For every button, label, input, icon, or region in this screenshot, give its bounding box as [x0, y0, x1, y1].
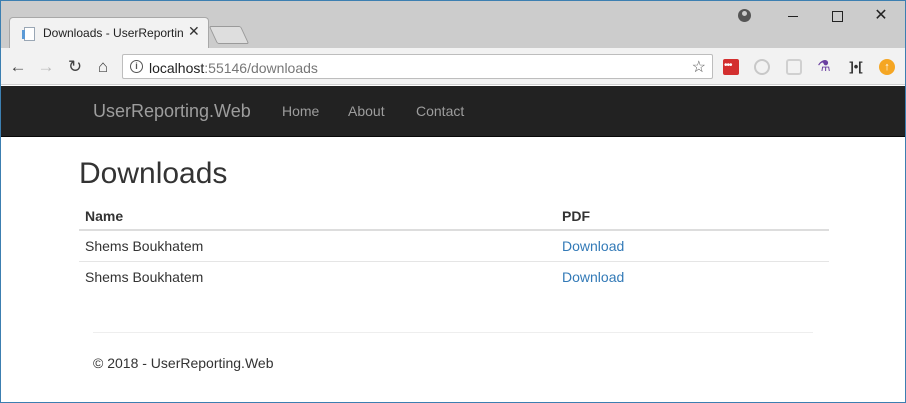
nav-contact-link[interactable]: Contact	[416, 103, 464, 119]
star-icon[interactable]: ☆	[692, 57, 706, 77]
column-header-name: Name	[79, 203, 556, 231]
flask-extension-icon[interactable]: ⚗	[816, 59, 832, 75]
extension-square-icon[interactable]	[786, 59, 802, 75]
update-extension-icon[interactable]: ↑	[879, 59, 895, 75]
maximize-button[interactable]	[815, 5, 859, 29]
close-window-button[interactable]: ✕	[859, 5, 903, 29]
footer-text: © 2018 - UserReporting.Web	[93, 355, 274, 371]
url-text[interactable]: localhost:55146/downloads	[149, 60, 318, 76]
downloads-table: Name PDF Shems Boukhatem Download Shems …	[79, 203, 829, 292]
row-pdf-cell: Download	[556, 230, 829, 262]
footer-divider	[93, 332, 813, 333]
reload-icon[interactable]: ↻	[64, 56, 86, 78]
tab-close-icon[interactable]: ✕	[188, 23, 200, 40]
tab-title: Downloads - UserReporting.Web	[43, 26, 183, 40]
minimize-button[interactable]	[771, 5, 815, 29]
home-icon[interactable]: ⌂	[92, 56, 114, 78]
tab-strip: Downloads - UserReporting.Web ✕ ✕	[1, 1, 905, 48]
site-navbar: UserReporting.Web Home About Contact	[1, 86, 905, 137]
nav-about-link[interactable]: About	[348, 103, 385, 119]
page-favicon-icon	[22, 27, 35, 41]
extension-circle-icon[interactable]	[754, 59, 770, 75]
table-header-row: Name PDF	[79, 203, 829, 231]
table-row: Shems Boukhatem Download	[79, 230, 829, 262]
browser-window: Downloads - UserReporting.Web ✕ ✕ ← → ↻ …	[0, 0, 906, 403]
download-link[interactable]: Download	[562, 238, 624, 254]
tab-downloads[interactable]: Downloads - UserReporting.Web ✕	[9, 17, 209, 48]
nav-home-link[interactable]: Home	[282, 103, 319, 119]
row-name: Shems Boukhatem	[79, 230, 556, 262]
forward-icon[interactable]: →	[35, 56, 57, 78]
navbar-brand[interactable]: UserReporting.Web	[93, 101, 251, 122]
row-pdf-cell: Download	[556, 261, 829, 292]
browser-toolbar: ← → ↻ ⌂ i localhost:55146/downloads ☆ ⚗ …	[1, 48, 905, 85]
new-tab-button[interactable]	[208, 26, 250, 44]
row-name: Shems Boukhatem	[85, 268, 204, 285]
back-icon[interactable]: ←	[7, 56, 29, 78]
profile-icon[interactable]	[738, 9, 751, 22]
info-icon[interactable]: i	[130, 60, 143, 73]
address-bar[interactable]: i localhost:55146/downloads ☆	[122, 54, 713, 79]
lastpass-extension-icon[interactable]	[723, 59, 739, 75]
page-title: Downloads	[79, 157, 228, 190]
download-link[interactable]: Download	[562, 269, 624, 285]
column-header-pdf: PDF	[556, 203, 829, 231]
bracket-extension-icon[interactable]: ]•[	[848, 59, 864, 75]
table-row: Shems Boukhatem Download	[79, 261, 829, 292]
